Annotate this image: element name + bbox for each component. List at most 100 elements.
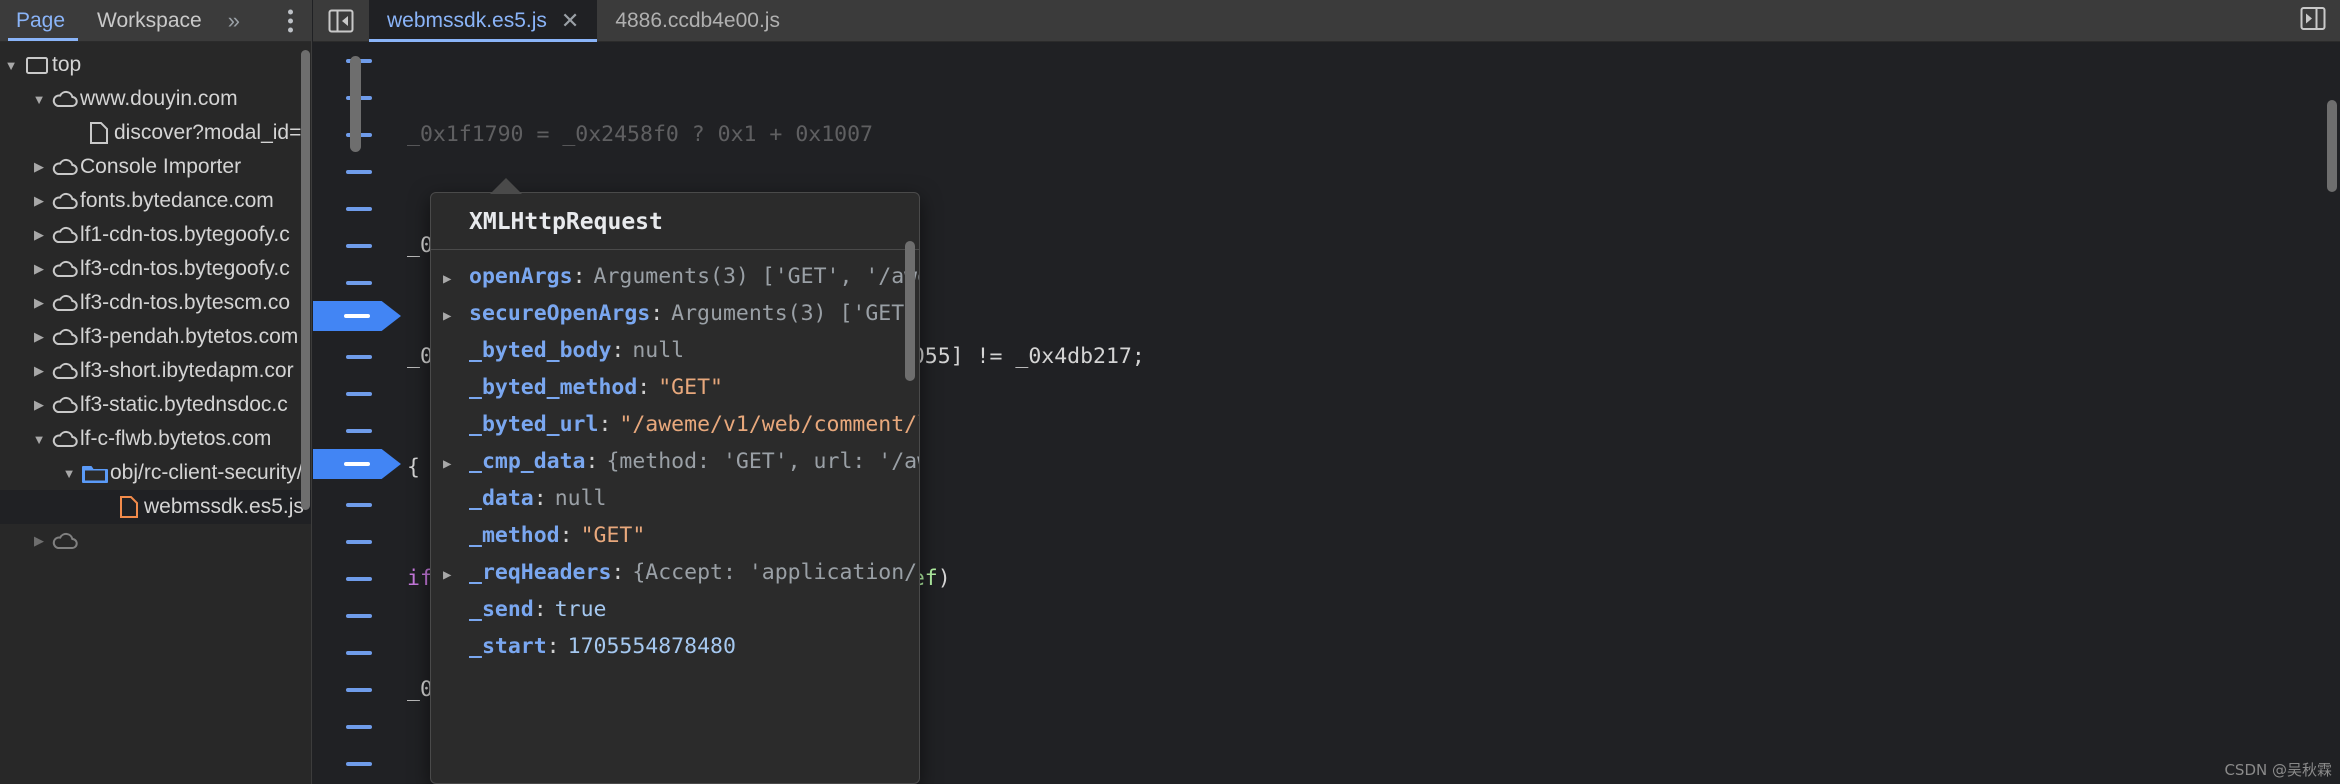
gutter-line[interactable] xyxy=(313,375,405,412)
folded-line-icon xyxy=(346,724,372,729)
property-row[interactable]: ▶ _send: true xyxy=(431,591,919,628)
tab-page[interactable]: Page xyxy=(0,0,81,42)
tree-item-label: lf3-short.ibytedapm.cor xyxy=(80,359,294,382)
panel-expand-icon[interactable] xyxy=(2300,6,2326,35)
property-value: true xyxy=(554,597,607,622)
chevron-right-icon[interactable]: ▶ xyxy=(443,446,469,480)
popover-scrollbar[interactable] xyxy=(905,241,915,381)
tree-item-label: Console Importer xyxy=(80,155,242,178)
gutter-line[interactable] xyxy=(313,264,405,301)
folded-line-icon xyxy=(344,462,370,466)
gutter-line[interactable] xyxy=(313,634,405,671)
chevron-right-icon[interactable]: ▶ xyxy=(28,159,50,175)
chevron-right-icon[interactable]: ▶ xyxy=(28,533,50,549)
more-vertical-icon[interactable] xyxy=(288,9,293,32)
gutter-line-breakpoint[interactable] xyxy=(313,449,405,486)
object-popover[interactable]: XMLHttpRequest ▶ openArgs: Arguments(3) … xyxy=(430,192,920,784)
property-colon: : xyxy=(533,597,547,622)
tree-item-discover[interactable]: \u25B6 discover?modal_id=7 xyxy=(0,116,311,150)
code-gutter[interactable] xyxy=(313,42,405,784)
property-row[interactable]: ▶ _method: "GET" xyxy=(431,517,919,554)
tree-item-lf3-cdn-tos-bytegoofy[interactable]: ▶ lf3-cdn-tos.bytegoofy.c xyxy=(0,252,311,286)
property-row[interactable]: ▶ _reqHeaders: {Accept: 'application/jso… xyxy=(431,554,919,591)
folded-line-icon xyxy=(346,428,372,433)
more-tabs-icon[interactable]: » xyxy=(218,0,248,42)
tree-item-lf3-short[interactable]: ▶ lf3-short.ibytedapm.cor xyxy=(0,354,311,388)
tree-item-lf-c-flwb[interactable]: ▼ lf-c-flwb.bytetos.com xyxy=(0,422,311,456)
gutter-line-breakpoint[interactable] xyxy=(313,301,405,338)
tab-workspace[interactable]: Workspace xyxy=(81,0,218,42)
chevron-down-icon[interactable]: ▼ xyxy=(28,432,50,447)
gutter-line[interactable] xyxy=(313,560,405,597)
folded-line-icon xyxy=(346,539,372,544)
chevron-down-icon[interactable]: ▼ xyxy=(0,58,22,73)
gutter-line[interactable] xyxy=(313,745,405,782)
code-scrollbar[interactable] xyxy=(2327,100,2337,192)
tree-item-lf3-static[interactable]: ▶ lf3-static.bytednsdoc.c xyxy=(0,388,311,422)
chevron-down-icon[interactable]: ▼ xyxy=(28,92,50,107)
property-row[interactable]: ▶ _byted_url: "/aweme/v1/web/comment/lis… xyxy=(431,406,919,443)
panel-collapse-icon[interactable] xyxy=(313,0,369,41)
tree-item-obj-rc-client-security[interactable]: ▼ obj/rc-client-security/ xyxy=(0,456,311,490)
tree-item-www-douyin-com[interactable]: ▼ www.douyin.com xyxy=(0,82,311,116)
chevron-right-icon[interactable]: ▶ xyxy=(28,295,50,311)
editor-inner-scrollbar[interactable] xyxy=(350,56,361,152)
gutter-line[interactable] xyxy=(313,708,405,745)
gutter-line[interactable] xyxy=(313,486,405,523)
tree-item-label: obj/rc-client-security/ xyxy=(110,461,303,484)
gutter-line[interactable] xyxy=(313,597,405,634)
folded-line-icon xyxy=(346,354,372,359)
breakpoint-marker[interactable] xyxy=(313,301,401,331)
editor-tab-4886[interactable]: 4886.ccdb4e00.js xyxy=(597,0,798,41)
gutter-line[interactable] xyxy=(313,671,405,708)
breakpoint-marker[interactable] xyxy=(313,449,401,479)
property-row[interactable]: ▶ secureOpenArgs: Arguments(3) ['GET', '… xyxy=(431,295,919,332)
property-value: null xyxy=(554,486,607,511)
property-row[interactable]: ▶ _byted_method: "GET" xyxy=(431,369,919,406)
tree-item-lf3-pendah[interactable]: ▶ lf3-pendah.bytetos.com xyxy=(0,320,311,354)
tree-item-label: fonts.bytedance.com xyxy=(80,189,274,212)
chevron-right-icon[interactable]: ▶ xyxy=(28,193,50,209)
property-colon: : xyxy=(611,338,625,363)
editor-tab-webmssdk[interactable]: webmssdk.es5.js ✕ xyxy=(369,0,598,42)
tree-item-webmssdk-es5-js[interactable]: \u25B6 webmssdk.es5.js xyxy=(0,490,311,524)
tree-item-console-importer[interactable]: ▶ Console Importer xyxy=(0,150,311,184)
code-line[interactable]: _0x1f1790 = _0x2458f0 ? 0x1 + 0x1007 xyxy=(405,116,2340,153)
tree-item-lf3-cdn-tos-bytescm[interactable]: ▶ lf3-cdn-tos.bytescm.co xyxy=(0,286,311,320)
tree-item-lf1-cdn-tos[interactable]: ▶ lf1-cdn-tos.bytegoofy.c xyxy=(0,218,311,252)
chevron-right-icon[interactable]: ▶ xyxy=(28,261,50,277)
file-tree[interactable]: ▼ top ▼ www.douyin.com \u25B6 discover?m… xyxy=(0,42,311,784)
tree-item-fonts-bytedance[interactable]: ▶ fonts.bytedance.com xyxy=(0,184,311,218)
chevron-right-icon[interactable]: ▶ xyxy=(443,298,469,332)
gutter-line[interactable] xyxy=(313,338,405,375)
chevron-right-icon[interactable]: ▶ xyxy=(28,397,50,413)
folded-line-icon xyxy=(346,613,372,618)
tree-item-partial[interactable]: ▶ xyxy=(0,524,311,558)
gutter-line[interactable] xyxy=(313,190,405,227)
gutter-line[interactable] xyxy=(313,412,405,449)
property-row[interactable]: ▶ _byted_body: null xyxy=(431,332,919,369)
gutter-line[interactable] xyxy=(313,227,405,264)
tree-item-top[interactable]: ▼ top xyxy=(0,48,311,82)
chevron-right-icon[interactable]: ▶ xyxy=(28,227,50,243)
chevron-right-icon[interactable]: ▶ xyxy=(28,363,50,379)
gutter-line[interactable] xyxy=(313,153,405,190)
property-row[interactable]: ▶ _start: 1705554878480 xyxy=(431,628,919,665)
navigator-scrollbar[interactable] xyxy=(301,50,310,510)
chevron-right-icon[interactable]: ▶ xyxy=(443,557,469,591)
cloud-icon xyxy=(50,192,80,210)
property-name: _byted_body xyxy=(469,338,612,363)
property-row[interactable]: ▶ openArgs: Arguments(3) ['GET', '/aweme… xyxy=(431,258,919,295)
property-row[interactable]: ▶ _data: null xyxy=(431,480,919,517)
property-row[interactable]: ▶ _cmp_data: {method: 'GET', url: '/awem… xyxy=(431,443,919,480)
property-colon: : xyxy=(598,412,612,437)
popover-arrow-icon xyxy=(490,178,522,194)
close-icon[interactable]: ✕ xyxy=(561,9,579,32)
cloud-icon xyxy=(50,430,80,448)
chevron-right-icon[interactable]: ▶ xyxy=(443,261,469,295)
gutter-line[interactable] xyxy=(313,523,405,560)
devtools-window: Page Workspace » ▼ top ▼ www.douyin.com xyxy=(0,0,2340,784)
popover-property-list[interactable]: ▶ openArgs: Arguments(3) ['GET', '/aweme… xyxy=(431,250,919,665)
chevron-right-icon[interactable]: ▶ xyxy=(28,329,50,345)
chevron-down-icon[interactable]: ▼ xyxy=(58,466,80,481)
